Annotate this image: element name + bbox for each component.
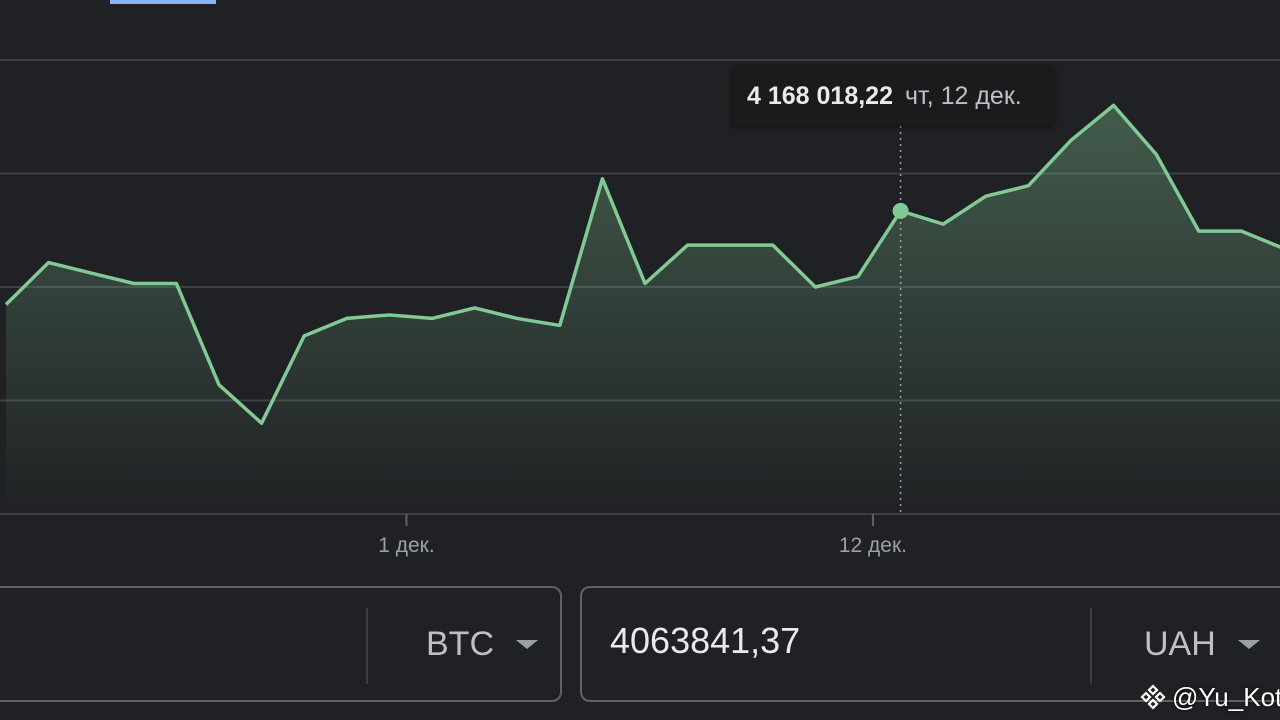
divider: [366, 608, 368, 684]
chart-area-fill: [6, 105, 1280, 514]
from-amount-box: BTC: [0, 586, 562, 702]
divider: [1090, 608, 1092, 684]
tooltip-value: 4 168 018,22: [747, 81, 893, 110]
value-tooltip: 4 168 018,22 чт, 12 дек.: [732, 66, 1054, 126]
to-currency-label: UAH: [1144, 624, 1216, 663]
binance-logo-icon: [1140, 684, 1166, 710]
from-currency-select[interactable]: BTC: [426, 588, 538, 700]
x-tick-label: 12 дек.: [839, 534, 907, 557]
x-axis: 1 дек. 12 дек.: [378, 514, 907, 557]
watermark: @Yu_Kot: [1140, 680, 1280, 714]
watermark-text: @Yu_Kot: [1172, 681, 1280, 712]
from-amount-input[interactable]: [10, 620, 450, 662]
x-tick-label: 1 дек.: [378, 534, 434, 557]
price-chart[interactable]: 1 дек. 12 дек.: [0, 0, 1280, 580]
chevron-down-icon: [516, 639, 538, 649]
tooltip-date: чт, 12 дек.: [904, 81, 1022, 110]
from-currency-label: BTC: [426, 624, 494, 663]
hover-point: [892, 202, 909, 219]
to-amount-input[interactable]: [610, 620, 1050, 662]
chevron-down-icon: [1237, 639, 1260, 649]
